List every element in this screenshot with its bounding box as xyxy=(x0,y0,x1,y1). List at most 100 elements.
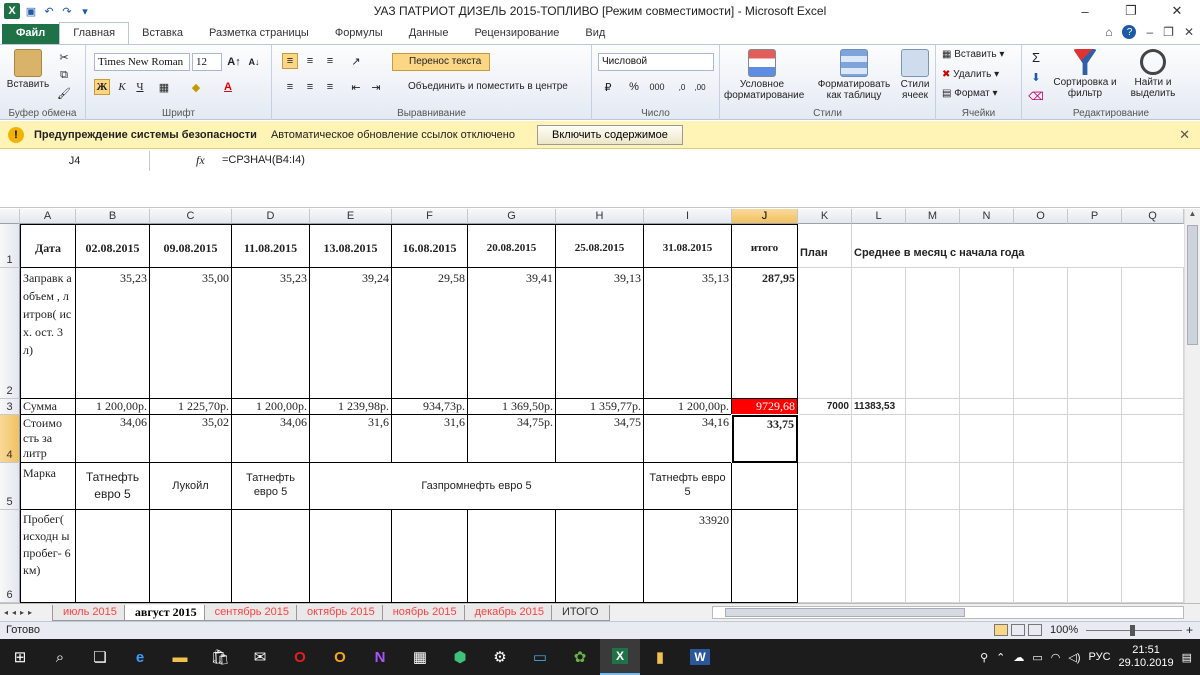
task-view-icon[interactable]: ❏ xyxy=(80,639,120,675)
cell-g4[interactable]: 34,75р. xyxy=(468,415,556,463)
cell-d5[interactable]: Татнефть евро 5 xyxy=(232,463,310,510)
wrap-text-button[interactable]: Перенос текста xyxy=(392,53,490,71)
folder-icon[interactable]: ▮ xyxy=(640,639,680,675)
cell-e1[interactable]: 13.08.2015 xyxy=(310,224,392,268)
cell-k3[interactable]: 7000 xyxy=(798,399,852,415)
cell-a3[interactable]: Сумма xyxy=(20,399,76,415)
row-header-3[interactable]: 3 xyxy=(0,399,20,415)
battery-icon[interactable]: ▭ xyxy=(1032,651,1042,664)
col-header-m[interactable]: M xyxy=(906,209,960,224)
edge-icon[interactable]: e xyxy=(120,639,160,675)
shrink-font-icon[interactable]: A↓ xyxy=(246,54,262,70)
cell-o3[interactable] xyxy=(1014,399,1068,415)
sheet-tab-july[interactable]: июль 2015 xyxy=(52,604,128,621)
tab-review[interactable]: Рецензирование xyxy=(461,24,572,44)
cell-o2[interactable] xyxy=(1014,268,1068,399)
cell-g6[interactable] xyxy=(468,510,556,603)
clock[interactable]: 21:51 29.10.2019 xyxy=(1119,644,1174,670)
cell-n5[interactable] xyxy=(960,463,1014,510)
save-icon[interactable]: ▣ xyxy=(24,4,38,18)
select-all-corner[interactable] xyxy=(0,209,20,224)
cell-m2[interactable] xyxy=(906,268,960,399)
cell-j1[interactable]: итого xyxy=(732,224,798,268)
col-header-e[interactable]: E xyxy=(310,209,392,224)
normal-view-icon[interactable] xyxy=(994,624,1008,636)
row-header-4[interactable]: 4 xyxy=(0,415,20,463)
number-format-select[interactable]: Числовой xyxy=(598,53,714,71)
conditional-formatting-button[interactable]: Условное форматирование xyxy=(724,49,804,101)
cell-q3[interactable] xyxy=(1122,399,1184,415)
col-header-o[interactable]: O xyxy=(1014,209,1068,224)
col-header-n[interactable]: N xyxy=(960,209,1014,224)
doc-restore-icon[interactable]: ❐ xyxy=(1163,25,1174,39)
cell-j5[interactable] xyxy=(732,463,798,510)
cell-b4[interactable]: 34,06 xyxy=(76,415,150,463)
cell-k6[interactable] xyxy=(798,510,852,603)
cell-e3[interactable]: 1 239,98р. xyxy=(310,399,392,415)
cell-e2[interactable]: 39,24 xyxy=(310,268,392,399)
cell-f2[interactable]: 29,58 xyxy=(392,268,468,399)
ribbon-minimize-icon[interactable]: ⌂ xyxy=(1105,25,1112,39)
cell-q4[interactable] xyxy=(1122,415,1184,463)
cell-o5[interactable] xyxy=(1014,463,1068,510)
delete-cells-button[interactable]: ✖ Удалить ▾ xyxy=(942,69,999,80)
fill-icon[interactable]: ⬇ xyxy=(1028,69,1044,85)
cell-p5[interactable] xyxy=(1068,463,1122,510)
col-header-l[interactable]: L xyxy=(852,209,906,224)
cell-p6[interactable] xyxy=(1068,510,1122,603)
cell-f4[interactable]: 31,6 xyxy=(392,415,468,463)
opera-icon[interactable]: O xyxy=(280,639,320,675)
underline-icon[interactable]: Ч xyxy=(132,79,148,95)
cell-m3[interactable] xyxy=(906,399,960,415)
cell-b1[interactable]: 02.08.2015 xyxy=(76,224,150,268)
zoom-in-icon[interactable]: + xyxy=(1186,622,1193,639)
zoom-slider-thumb[interactable] xyxy=(1130,625,1135,636)
help-icon[interactable]: ? xyxy=(1122,25,1137,39)
align-right-icon[interactable]: ≡ xyxy=(322,79,338,95)
cell-g3[interactable]: 1 369,50р. xyxy=(468,399,556,415)
tab-insert[interactable]: Вставка xyxy=(129,24,196,44)
cell-h6[interactable] xyxy=(556,510,644,603)
sheet-tab-november[interactable]: ноябрь 2015 xyxy=(381,604,468,621)
cell-i2[interactable]: 35,13 xyxy=(644,268,732,399)
align-middle-icon[interactable]: ≡ xyxy=(302,53,318,69)
spreadsheet-grid[interactable]: A B C D E F G H I J K L M N O P Q 1 2 3 … xyxy=(0,209,1184,603)
col-header-q[interactable]: Q xyxy=(1122,209,1184,224)
store-icon[interactable]: 🛍 xyxy=(200,639,240,675)
language-indicator[interactable]: РУС xyxy=(1089,651,1111,663)
col-header-a[interactable]: A xyxy=(20,209,76,224)
settings-gear-icon[interactable]: ⚙ xyxy=(480,639,520,675)
photos-app-icon[interactable]: ✿ xyxy=(560,639,600,675)
cell-q2[interactable] xyxy=(1122,268,1184,399)
cell-n2[interactable] xyxy=(960,268,1014,399)
formula-input[interactable]: =СРЗНАЧ(B4:I4) xyxy=(222,154,305,166)
scroll-thumb[interactable] xyxy=(1187,225,1198,345)
borders-icon[interactable]: ▦ xyxy=(156,79,172,95)
clear-icon[interactable]: ⌫ xyxy=(1028,88,1044,104)
mail-icon[interactable]: ✉ xyxy=(240,639,280,675)
word-taskbar-icon[interactable]: W xyxy=(680,639,720,675)
cell-l2[interactable] xyxy=(852,268,906,399)
cell-o6[interactable] xyxy=(1014,510,1068,603)
cell-f1[interactable]: 16.08.2015 xyxy=(392,224,468,268)
row-header-5[interactable]: 5 xyxy=(0,463,20,510)
cell-d2[interactable]: 35,23 xyxy=(232,268,310,399)
merge-center-button[interactable]: Объединить и поместить в центре xyxy=(392,81,582,92)
notifications-icon[interactable]: ▤ xyxy=(1182,651,1192,664)
col-header-f[interactable]: F xyxy=(392,209,468,224)
windows-start-icon[interactable]: ⊞ xyxy=(0,639,40,675)
doc-close-icon[interactable]: ✕ xyxy=(1184,25,1194,39)
decrease-indent-icon[interactable]: ⇤ xyxy=(348,79,364,95)
vertical-scrollbar[interactable]: ▲ xyxy=(1184,209,1200,603)
cell-k5[interactable] xyxy=(798,463,852,510)
network-icon[interactable]: ◠ xyxy=(1051,651,1061,664)
cell-a6[interactable]: Пробег( исходн ы пробег- 6 км) xyxy=(20,510,76,603)
font-color-icon[interactable]: A xyxy=(220,79,236,95)
tab-view[interactable]: Вид xyxy=(572,24,618,44)
volume-icon[interactable]: ◁) xyxy=(1068,651,1080,664)
copy-icon[interactable]: ⧉ xyxy=(56,67,72,83)
cell-efgh5-merged[interactable]: Газпромнефть евро 5 xyxy=(310,463,644,510)
insert-cells-button[interactable]: ▦ Вставить ▾ xyxy=(942,49,1004,60)
cell-q5[interactable] xyxy=(1122,463,1184,510)
tab-file[interactable]: Файл xyxy=(2,24,60,44)
